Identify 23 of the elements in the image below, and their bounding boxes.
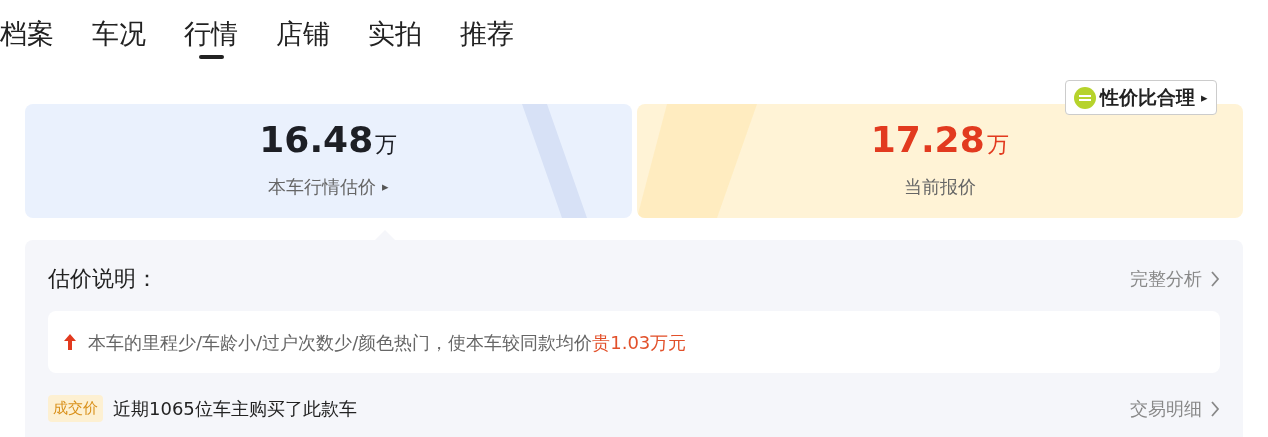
reason-text: 本车的里程少/车龄小/过户次数少/颜色热门，使本车较同款均价贵1.03万元 bbox=[88, 330, 687, 355]
equal-circle-icon bbox=[1074, 86, 1096, 109]
tab[interactable]: 实拍 bbox=[368, 14, 422, 80]
price-value: 17.28 bbox=[870, 122, 985, 158]
price-unit: 万 bbox=[375, 131, 398, 159]
price-value: 16.48 bbox=[259, 122, 374, 158]
chevron-right-icon bbox=[1210, 269, 1220, 288]
deal-price-tag: 成交价 bbox=[48, 395, 103, 422]
tab[interactable]: 档案 bbox=[0, 14, 54, 80]
price-label: 当前报价 bbox=[903, 175, 976, 199]
v-decoration-icon bbox=[521, 104, 587, 218]
up-arrow-icon bbox=[64, 334, 76, 350]
chevron-right-icon bbox=[1210, 399, 1220, 418]
value-badge[interactable]: 性价比合理 ▸ bbox=[1065, 80, 1217, 115]
price-unit: 万 bbox=[986, 131, 1009, 159]
tab[interactable]: 行情 bbox=[184, 14, 238, 80]
arrow-icon: ▸ bbox=[382, 176, 389, 197]
panel-title: 估价说明： bbox=[48, 265, 158, 293]
price-label: 本车行情估价 bbox=[268, 175, 376, 199]
deal-text: 近期1065位车主购买了此款车 bbox=[113, 397, 357, 421]
tab[interactable]: 推荐 bbox=[460, 14, 514, 80]
tab[interactable]: 车况 bbox=[92, 14, 146, 80]
tab[interactable]: 店铺 bbox=[276, 14, 330, 80]
